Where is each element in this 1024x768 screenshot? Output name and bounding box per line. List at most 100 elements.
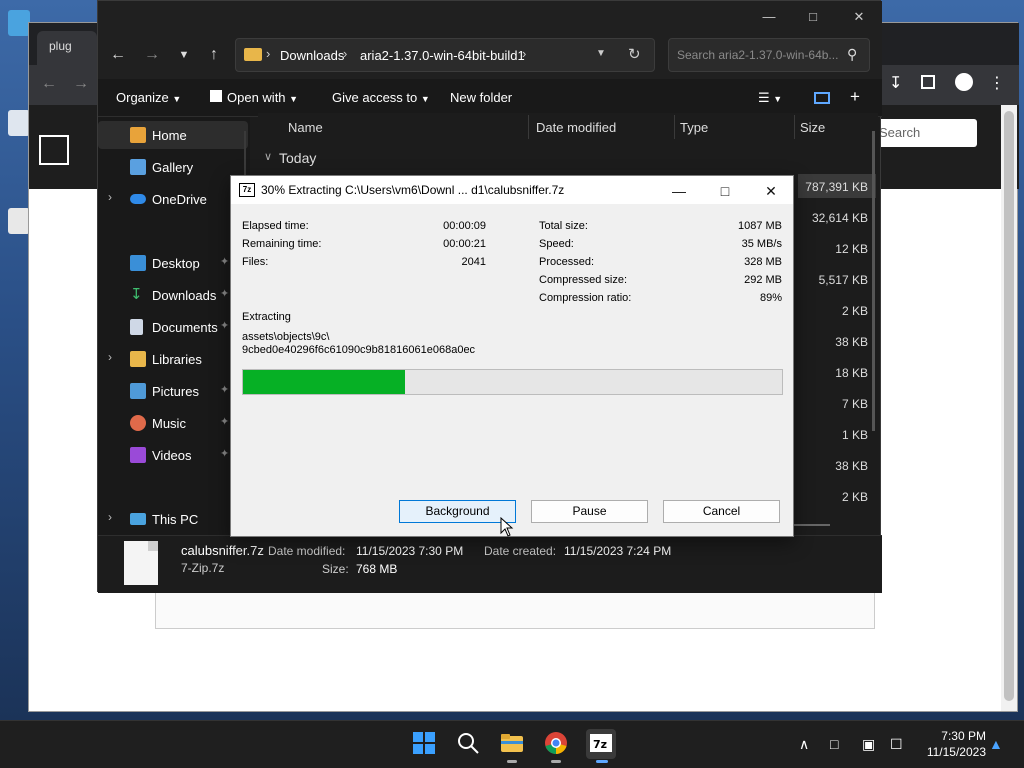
- download-arrow-icon: ↧: [130, 286, 143, 303]
- expand-chevron-icon[interactable]: ›: [108, 350, 112, 364]
- search-icon[interactable]: [456, 731, 480, 755]
- refresh-icon[interactable]: ↻: [628, 45, 641, 63]
- minimize-icon[interactable]: —: [754, 7, 784, 27]
- column-divider[interactable]: [528, 115, 529, 139]
- desktop-shortcut-icon[interactable]: [8, 10, 30, 36]
- more-menu-icon[interactable]: ⋮: [989, 73, 1005, 93]
- nav-item-onedrive[interactable]: › OneDrive: [98, 185, 248, 213]
- background-button[interactable]: Background: [399, 500, 516, 523]
- pause-button[interactable]: Pause: [531, 500, 648, 523]
- notifications-bell-icon[interactable]: ▲: [989, 736, 1003, 752]
- start-windows-icon[interactable]: [412, 731, 436, 755]
- download-icon[interactable]: ↧: [889, 73, 902, 93]
- close-icon[interactable]: ✕: [844, 7, 874, 27]
- nav-item-label: Music: [152, 416, 186, 431]
- browser-tab-title: plug: [49, 39, 72, 53]
- 7zip-taskbar-icon[interactable]: 7z: [589, 731, 613, 755]
- column-divider[interactable]: [674, 115, 675, 139]
- give-access-button[interactable]: Give access to ▼: [332, 90, 430, 105]
- explorer-search-input[interactable]: Search aria2-1.37.0-win-64b... ⚲: [668, 38, 870, 72]
- browser-tab[interactable]: plug: [37, 31, 97, 65]
- extracting-label: Extracting: [242, 311, 291, 323]
- clock-date[interactable]: 11/15/2023: [910, 745, 986, 759]
- remaining-time-value: 00:00:21: [443, 238, 486, 250]
- breadcrumb-aria2-folder[interactable]: aria2-1.37.0-win-64bit-build1: [360, 48, 525, 63]
- add-icon[interactable]: +: [850, 87, 860, 107]
- nav-item-this-pc[interactable]: › This PC: [98, 505, 248, 533]
- expand-chevron-icon[interactable]: ›: [108, 510, 112, 524]
- page-search-input[interactable]: Search: [877, 119, 977, 147]
- file-size-cell: 2 KB: [841, 490, 868, 504]
- group-collapse-chevron-icon[interactable]: ∨: [264, 150, 272, 163]
- expand-chevron-icon[interactable]: ›: [108, 190, 112, 204]
- close-icon[interactable]: ✕: [751, 180, 791, 202]
- maximize-icon[interactable]: □: [798, 7, 828, 27]
- nav-item-music[interactable]: Music ✦: [98, 409, 248, 437]
- address-bar[interactable]: › Downloads › aria2-1.37.0-win-64bit-bui…: [235, 38, 655, 72]
- column-divider[interactable]: [794, 115, 795, 139]
- sidebar-icon[interactable]: [921, 75, 935, 89]
- nav-item-home[interactable]: Home: [98, 121, 248, 149]
- browser-scrollbar-thumb[interactable]: [1004, 111, 1014, 701]
- forward-arrow-icon[interactable]: →: [73, 75, 89, 93]
- this-pc-icon: [130, 513, 146, 525]
- pictures-icon: [130, 383, 146, 399]
- details-date-created-label: Date created:: [484, 544, 557, 558]
- navigation-pane: Home Gallery › OneDrive Desktop ✦ ↧ Down…: [98, 117, 250, 535]
- nav-item-pictures[interactable]: Pictures ✦: [98, 377, 248, 405]
- column-header-type[interactable]: Type: [680, 120, 708, 135]
- minimize-icon[interactable]: —: [659, 180, 699, 202]
- site-logo-icon: [39, 135, 69, 165]
- nav-item-libraries[interactable]: › Libraries: [98, 345, 248, 373]
- nav-item-documents[interactable]: Documents ✦: [98, 313, 248, 341]
- back-arrow-icon[interactable]: ←: [106, 44, 130, 68]
- view-options-icon[interactable]: ☰ ▼: [758, 90, 782, 106]
- recent-locations-chevron-icon[interactable]: ▼: [172, 44, 196, 68]
- desktop-shortcut-icon[interactable]: [8, 110, 30, 136]
- address-history-chevron-icon[interactable]: ▼: [596, 48, 606, 59]
- libraries-folder-icon: [130, 351, 146, 367]
- file-list-horizontal-scrollbar[interactable]: [788, 524, 830, 526]
- extraction-progress-dialog: 7z 30% Extracting C:\Users\vm6\Downl ...…: [230, 175, 794, 537]
- 7zip-app-icon: 7z: [239, 183, 255, 197]
- breadcrumb-downloads[interactable]: Downloads: [280, 48, 344, 63]
- nav-item-downloads[interactable]: ↧ Downloads ✦: [98, 281, 248, 309]
- up-arrow-icon[interactable]: ↑: [202, 44, 226, 68]
- show-hidden-icons-chevron-icon[interactable]: ∧: [799, 736, 809, 753]
- compression-ratio-value: 89%: [759, 292, 782, 304]
- nav-item-desktop[interactable]: Desktop ✦: [98, 249, 248, 277]
- clock-time[interactable]: 7:30 PM: [920, 729, 986, 743]
- cancel-button[interactable]: Cancel: [663, 500, 780, 523]
- chrome-icon[interactable]: [544, 731, 568, 755]
- details-pane-icon[interactable]: [814, 92, 830, 104]
- column-header-size[interactable]: Size: [800, 120, 825, 135]
- forward-arrow-icon[interactable]: →: [140, 44, 164, 68]
- file-size-cell: 38 KB: [835, 335, 868, 349]
- desktop-shortcut-icon[interactable]: [8, 208, 30, 234]
- open-with-button[interactable]: Open with ▼: [210, 90, 298, 105]
- open-with-label: Open with: [227, 90, 286, 105]
- breadcrumb-separator-icon: ›: [343, 46, 348, 61]
- nav-item-label: OneDrive: [152, 192, 207, 207]
- maximize-icon[interactable]: □: [705, 180, 745, 202]
- column-header-date-modified[interactable]: Date modified: [536, 120, 616, 135]
- new-folder-button[interactable]: New folder: [450, 90, 512, 105]
- total-size-label: Total size:: [539, 220, 588, 232]
- organize-button[interactable]: Organize ▼: [116, 90, 181, 105]
- back-arrow-icon[interactable]: ←: [41, 75, 57, 93]
- taskbar-active-indicator: [596, 760, 608, 763]
- display-icon[interactable]: ▣: [862, 736, 875, 753]
- profile-icon[interactable]: [955, 73, 973, 91]
- column-header-name[interactable]: Name: [288, 120, 323, 135]
- group-header-today[interactable]: Today: [279, 150, 316, 166]
- file-explorer-taskbar-icon[interactable]: [500, 731, 524, 755]
- network-icon[interactable]: □: [830, 736, 838, 752]
- background-button-label: Background: [425, 504, 490, 518]
- nav-item-gallery[interactable]: Gallery: [98, 153, 248, 181]
- taskbar-running-indicator: [551, 760, 561, 763]
- volume-muted-icon[interactable]: ☐: [890, 736, 903, 753]
- file-list-scrollbar[interactable]: [872, 131, 875, 431]
- nav-item-videos[interactable]: Videos ✦: [98, 441, 248, 469]
- breadcrumb-separator-icon: ›: [266, 46, 271, 61]
- total-size-value: 1087 MB: [737, 220, 782, 232]
